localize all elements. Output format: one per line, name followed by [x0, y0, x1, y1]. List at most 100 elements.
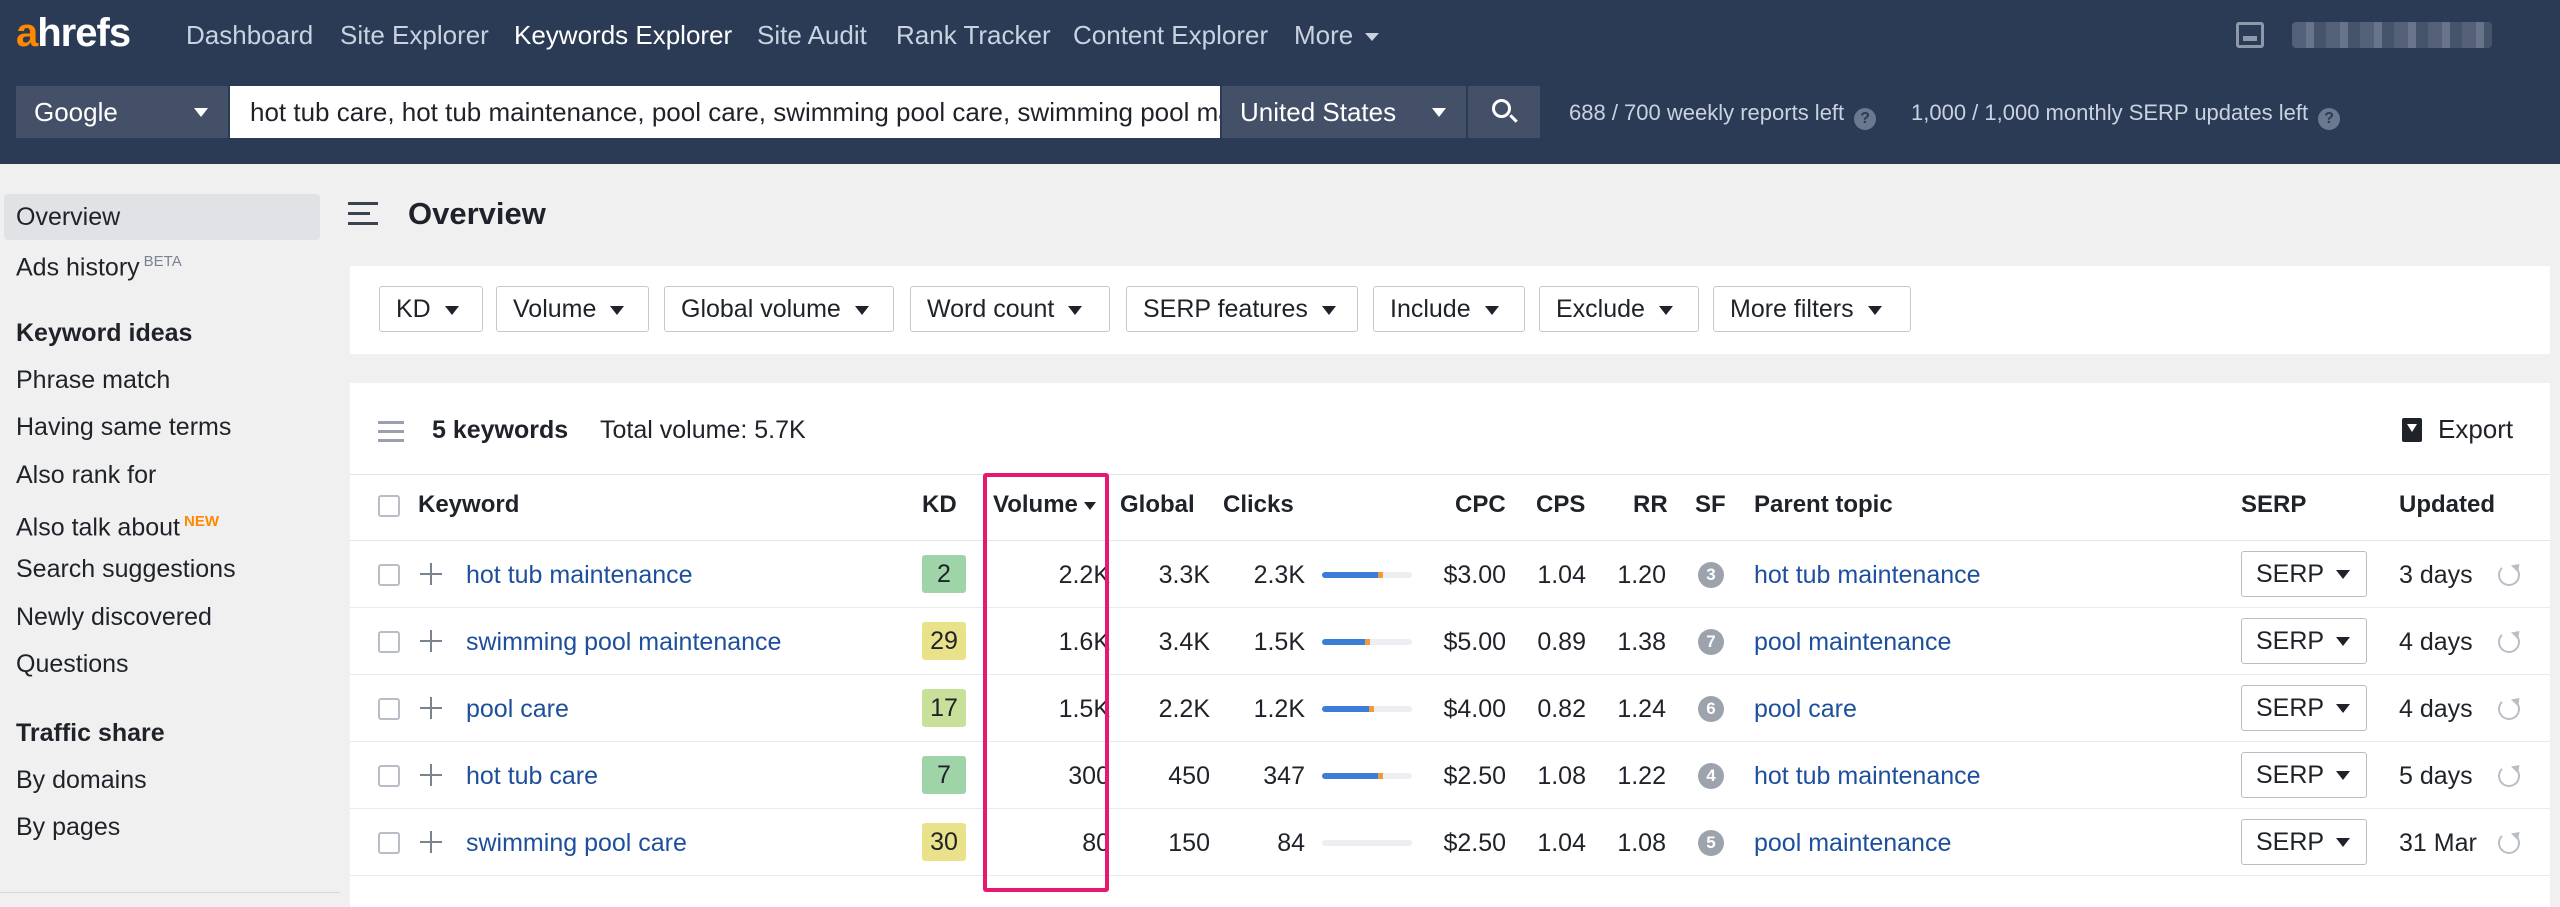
keyword-link[interactable]: hot tub care	[466, 761, 598, 791]
search-button[interactable]	[1468, 86, 1540, 138]
nav-site-audit[interactable]: Site Audit	[757, 20, 867, 50]
sidebar-heading-keyword-ideas: Keyword ideas	[16, 319, 193, 347]
country-select[interactable]: United States	[1222, 86, 1466, 138]
parent-topic-link[interactable]: hot tub maintenance	[1754, 560, 1981, 590]
row-checkbox[interactable]	[378, 698, 400, 720]
add-to-list-icon[interactable]	[420, 831, 442, 853]
serp-button[interactable]: SERP	[2241, 551, 2367, 597]
filter-kd[interactable]: KD	[379, 286, 483, 332]
sidebar-item-newly-discovered[interactable]: Newly discovered	[16, 602, 212, 632]
col-header-cpc[interactable]: CPC	[1455, 491, 1506, 519]
organic-clicks-fill	[1322, 773, 1378, 779]
search-bar: Google hot tub care, hot tub maintenance…	[0, 70, 2560, 164]
filter-exclude[interactable]: Exclude	[1539, 286, 1699, 332]
parent-topic-link[interactable]: pool care	[1754, 694, 1857, 724]
col-header-updated[interactable]: Updated	[2399, 491, 2495, 519]
add-to-list-icon[interactable]	[420, 563, 442, 585]
col-header-parent-topic[interactable]: Parent topic	[1754, 491, 1893, 519]
nav-more-menu[interactable]: More	[1294, 20, 1379, 50]
nav-rank-tracker[interactable]: Rank Tracker	[896, 20, 1051, 50]
filter-global-volume[interactable]: Global volume	[664, 286, 894, 332]
row-checkbox[interactable]	[378, 765, 400, 787]
serp-features-count[interactable]: 4	[1698, 763, 1724, 789]
serp-features-count[interactable]: 3	[1698, 562, 1724, 588]
sidebar-item-search-suggestions[interactable]: Search suggestions	[16, 554, 236, 584]
help-icon[interactable]: ?	[2318, 108, 2341, 130]
sidebar-item-overview[interactable]: Overview	[4, 194, 320, 240]
filter-include[interactable]: Include	[1373, 286, 1525, 332]
nav-keywords-explorer[interactable]: Keywords Explorer	[514, 20, 732, 50]
col-header-clicks[interactable]: Clicks	[1223, 491, 1294, 519]
column-menu-icon[interactable]	[378, 421, 404, 448]
search-engine-select[interactable]: Google	[16, 86, 228, 138]
cps-value: 0.82	[1537, 695, 1586, 723]
sidebar-item-by-domains[interactable]: By domains	[16, 765, 147, 795]
notifications-icon[interactable]	[2236, 22, 2264, 48]
keyword-link[interactable]: swimming pool care	[466, 828, 687, 858]
serp-features-count[interactable]: 5	[1698, 830, 1724, 856]
serp-button[interactable]: SERP	[2241, 618, 2367, 664]
serp-button[interactable]: SERP	[2241, 752, 2367, 798]
keyword-link[interactable]: pool care	[466, 694, 569, 724]
rr-value: 1.20	[1617, 561, 1666, 589]
serp-features-count[interactable]: 6	[1698, 696, 1724, 722]
chevron-down-icon	[2336, 570, 2350, 579]
clicks-value: 1.5K	[1253, 628, 1305, 656]
weekly-reports-quota: 688 / 700 weekly reports left?	[1569, 100, 1877, 130]
refresh-icon[interactable]	[2498, 564, 2520, 586]
cps-value: 1.04	[1537, 561, 1586, 589]
col-header-rr[interactable]: RR	[1633, 491, 1668, 519]
keyword-link[interactable]: hot tub maintenance	[466, 560, 693, 590]
kd-badge: 2	[922, 555, 966, 593]
nav-content-explorer[interactable]: Content Explorer	[1073, 20, 1268, 50]
serp-button[interactable]: SERP	[2241, 819, 2367, 865]
export-button[interactable]: Export	[2402, 413, 2513, 445]
add-to-list-icon[interactable]	[420, 764, 442, 786]
refresh-icon[interactable]	[2498, 832, 2520, 854]
paid-clicks-fill	[1369, 706, 1374, 712]
col-header-keyword[interactable]: Keyword	[418, 491, 519, 519]
add-to-list-icon[interactable]	[420, 697, 442, 719]
row-checkbox[interactable]	[378, 631, 400, 653]
filter-volume[interactable]: Volume	[496, 286, 649, 332]
sidebar-item-questions[interactable]: Questions	[16, 649, 129, 679]
col-header-kd[interactable]: KD	[922, 491, 957, 519]
col-header-global[interactable]: Global	[1120, 491, 1195, 519]
sidebar-item-phrase-match[interactable]: Phrase match	[16, 365, 170, 395]
hamburger-menu-icon[interactable]	[348, 202, 378, 226]
parent-topic-link[interactable]: pool maintenance	[1754, 627, 1951, 657]
nav-dashboard[interactable]: Dashboard	[186, 20, 313, 50]
select-all-checkbox[interactable]	[378, 495, 400, 517]
nav-site-explorer[interactable]: Site Explorer	[340, 20, 489, 50]
filter-word-count[interactable]: Word count	[910, 286, 1110, 332]
parent-topic-link[interactable]: hot tub maintenance	[1754, 761, 1981, 791]
filter-serp-features[interactable]: SERP features	[1126, 286, 1358, 332]
filter-more-filters[interactable]: More filters	[1713, 286, 1911, 332]
sidebar-item-ads-history[interactable]: Ads history BETA	[16, 247, 182, 282]
col-header-volume[interactable]: Volume	[993, 491, 1096, 519]
chevron-down-icon	[854, 305, 869, 315]
col-header-cps[interactable]: CPS	[1536, 491, 1585, 519]
serp-features-count[interactable]: 7	[1698, 629, 1724, 655]
refresh-icon[interactable]	[2498, 765, 2520, 787]
add-to-list-icon[interactable]	[420, 630, 442, 652]
row-checkbox[interactable]	[378, 832, 400, 854]
col-header-serp[interactable]: SERP	[2241, 491, 2306, 519]
sidebar-item-having-same-terms[interactable]: Having same terms	[16, 412, 231, 442]
volume-value: 2.2K	[1058, 561, 1110, 589]
sidebar-item-by-pages[interactable]: By pages	[16, 812, 120, 842]
refresh-icon[interactable]	[2498, 631, 2520, 653]
keyword-link[interactable]: swimming pool maintenance	[466, 627, 781, 657]
volume-value: 300	[1068, 762, 1110, 790]
ahrefs-logo[interactable]: ahrefs	[16, 10, 131, 56]
help-icon[interactable]: ?	[1854, 108, 1877, 130]
col-header-sf[interactable]: SF	[1695, 491, 1726, 519]
parent-topic-link[interactable]: pool maintenance	[1754, 828, 1951, 858]
user-account-blurred[interactable]	[2292, 22, 2492, 48]
sidebar-item-also-talk-about[interactable]: Also talk about NEW	[16, 507, 219, 542]
sidebar-item-also-rank-for[interactable]: Also rank for	[16, 460, 156, 490]
refresh-icon[interactable]	[2498, 698, 2520, 720]
keywords-input[interactable]: hot tub care, hot tub maintenance, pool …	[230, 86, 1220, 138]
row-checkbox[interactable]	[378, 564, 400, 586]
serp-button[interactable]: SERP	[2241, 685, 2367, 731]
